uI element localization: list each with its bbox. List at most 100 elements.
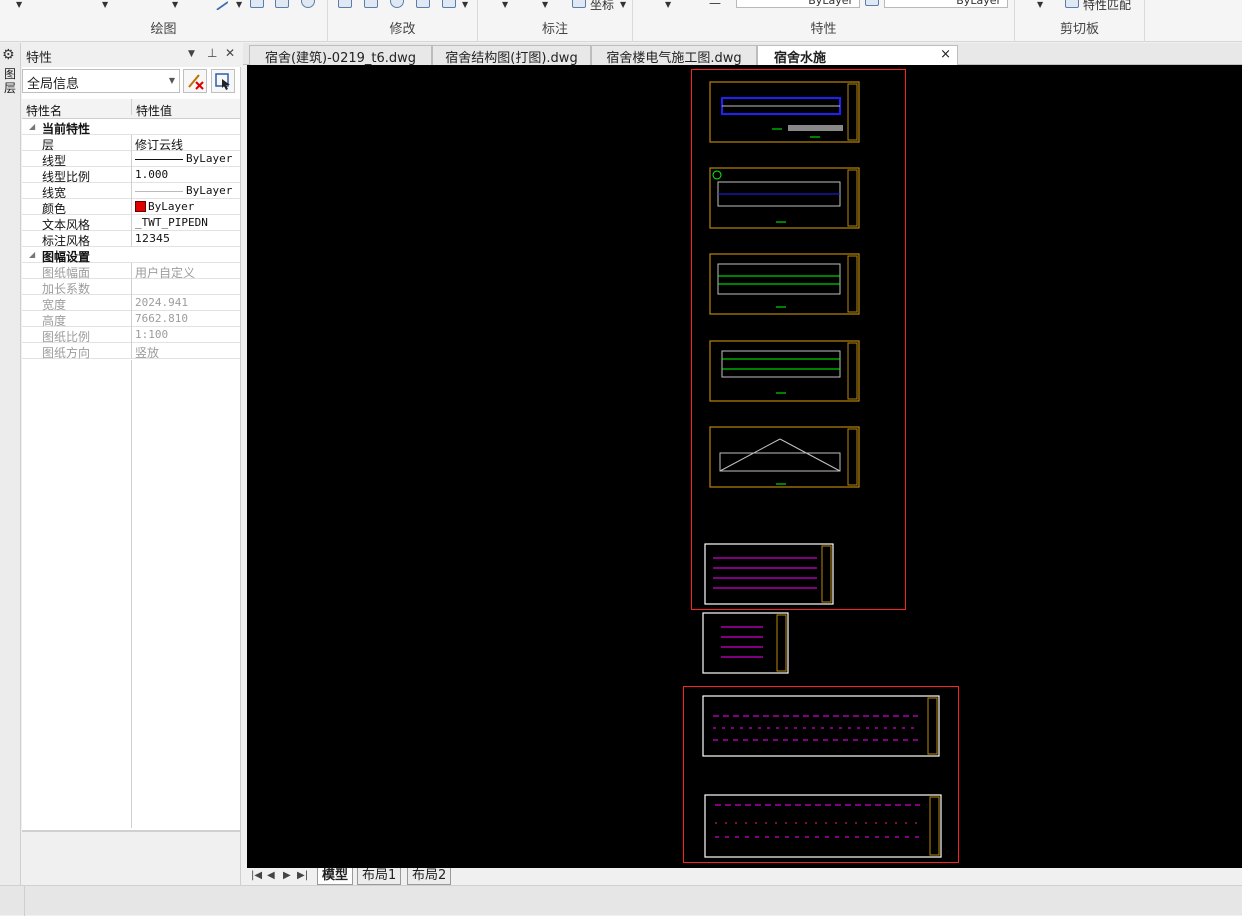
pickadd-icon bbox=[188, 74, 204, 90]
chevron-down-icon[interactable]: ▼ bbox=[16, 0, 22, 9]
revision-cloud-lower[interactable] bbox=[683, 686, 959, 863]
drawing-sheet[interactable] bbox=[709, 426, 860, 488]
property-row-sheet-size[interactable]: 图纸幅面 用户自定义 bbox=[22, 263, 240, 280]
property-value[interactable]: _TWT_PIPEDN bbox=[135, 216, 239, 229]
edit-tool-icon[interactable] bbox=[442, 0, 456, 8]
collapse-triangle-icon[interactable]: ◢ bbox=[29, 250, 35, 259]
drawing-sheet[interactable] bbox=[709, 81, 860, 143]
select-objects-button[interactable] bbox=[211, 69, 235, 93]
close-icon[interactable]: ✕ bbox=[225, 46, 235, 60]
pin-icon[interactable]: ⊥ bbox=[207, 46, 217, 60]
drawing-canvas[interactable] bbox=[247, 65, 1242, 868]
drawing-sheet[interactable] bbox=[702, 695, 940, 757]
selection-dropdown[interactable]: 全局信息 ▼ bbox=[22, 69, 180, 93]
property-value-wrap[interactable]: ByLayer bbox=[135, 152, 239, 165]
linetype-dropdown[interactable]: ByLayer bbox=[884, 0, 1008, 8]
drawing-sheet[interactable] bbox=[709, 340, 860, 402]
next-tab-icon[interactable]: ▶ bbox=[283, 870, 291, 881]
property-row-height[interactable]: 高度 7662.810 bbox=[22, 311, 240, 328]
prev-tab-icon[interactable]: ◀ bbox=[267, 870, 275, 881]
revision-cloud-upper[interactable] bbox=[691, 69, 906, 610]
coordinate-icon[interactable] bbox=[572, 0, 586, 8]
tab-doc-plumbing[interactable]: 宿舍水施2016.2.2..._t8.dwg× bbox=[757, 45, 958, 81]
property-row-lineweight[interactable]: 线宽 ByLayer bbox=[22, 183, 240, 200]
match-properties-icon[interactable] bbox=[1065, 0, 1079, 8]
line-tool-icon[interactable] bbox=[209, 0, 229, 11]
sheet-title-block bbox=[847, 83, 858, 141]
chevron-down-icon[interactable]: ▼ bbox=[102, 0, 108, 9]
tab-layout1[interactable]: 布局1 bbox=[357, 868, 402, 885]
property-value-wrap[interactable]: ByLayer bbox=[135, 200, 239, 213]
scale-tool-icon[interactable] bbox=[364, 0, 378, 8]
chevron-down-icon[interactable]: ▼ bbox=[188, 49, 195, 59]
property-row-dim-style[interactable]: 标注风格 12345 bbox=[22, 231, 240, 248]
lineweight-preview bbox=[135, 190, 183, 192]
region-tool-icon[interactable] bbox=[301, 0, 315, 8]
property-row-linetype[interactable]: 线型 ByLayer bbox=[22, 151, 240, 168]
collapse-triangle-icon[interactable]: ◢ bbox=[29, 122, 35, 131]
property-value[interactable]: 1.000 bbox=[135, 168, 239, 181]
tab-label: 宿舍结构图(打图).dwg bbox=[445, 51, 578, 66]
drawing-sheet[interactable] bbox=[704, 543, 834, 605]
tab-model[interactable]: 模型 bbox=[317, 868, 354, 885]
tab-doc-architecture[interactable]: 宿舍(建筑)-0219_t6.dwg bbox=[249, 45, 432, 66]
property-value[interactable]: 竖放 bbox=[135, 344, 239, 361]
chevron-down-icon[interactable]: ▼ bbox=[462, 0, 468, 9]
ribbon-group-properties: ▼ — ByLayer ByLayer 特性 bbox=[633, 0, 1015, 42]
property-value[interactable]: 2024.941 bbox=[135, 296, 239, 309]
color-dropdown[interactable]: ByLayer bbox=[736, 0, 860, 8]
chevron-down-icon[interactable]: ▼ bbox=[502, 0, 508, 9]
property-row-scale[interactable]: 图纸比例 1:100 bbox=[22, 327, 240, 344]
toggle-pickadd-button[interactable] bbox=[183, 69, 207, 93]
tab-doc-electrical[interactable]: 宿舍楼电气施工图.dwg bbox=[591, 45, 757, 66]
roof-outline bbox=[719, 452, 841, 472]
coordinate-button[interactable]: 坐标 bbox=[590, 0, 614, 13]
property-grid: 特性名 特性值 ◢ 当前特性 层修订云线 线型 ByLayer 线型比例 1.000… bbox=[22, 99, 240, 361]
rotate-tool-icon[interactable] bbox=[390, 0, 404, 8]
sheet-title-block bbox=[847, 342, 858, 400]
property-row-color[interactable]: 颜色 ByLayer bbox=[22, 199, 240, 216]
property-row-extend-factor[interactable]: 加长系数 bbox=[22, 279, 240, 296]
layers-side-tab[interactable]: 图层 bbox=[4, 67, 18, 95]
property-value[interactable]: 7662.810 bbox=[135, 312, 239, 325]
first-tab-icon[interactable]: |◀ bbox=[251, 870, 262, 881]
chevron-down-icon[interactable]: ▼ bbox=[172, 0, 178, 9]
tab-doc-structure[interactable]: 宿舍结构图(打图).dwg bbox=[432, 45, 591, 66]
drawing-sheet[interactable] bbox=[709, 167, 860, 229]
category-sheet-settings[interactable]: ◢ 图幅设置 bbox=[22, 247, 240, 264]
property-value-wrap[interactable]: ByLayer bbox=[135, 184, 239, 197]
last-tab-icon[interactable]: ▶| bbox=[297, 870, 308, 881]
chevron-down-icon[interactable]: ▼ bbox=[236, 0, 242, 9]
tab-layout2[interactable]: 布局2 bbox=[407, 868, 452, 885]
copy-tool-icon[interactable] bbox=[338, 0, 352, 8]
hatch-tool-icon[interactable] bbox=[250, 0, 264, 8]
linetype-preview bbox=[135, 158, 183, 160]
sheet-title-block bbox=[927, 697, 938, 755]
ribbon-group-clipboard: ▼ 特性匹配 剪切板 bbox=[1015, 0, 1145, 42]
property-row-text-style[interactable]: 文本风格 _TWT_PIPEDN bbox=[22, 215, 240, 232]
lineweight-icon[interactable]: — bbox=[709, 0, 721, 10]
property-row-layer[interactable]: 层修订云线 bbox=[22, 135, 240, 152]
drawing-sheet[interactable] bbox=[704, 794, 942, 858]
sheet-frame bbox=[709, 167, 860, 229]
property-value[interactable]: 12345 bbox=[135, 232, 239, 245]
property-row-width[interactable]: 宽度 2024.941 bbox=[22, 295, 240, 312]
match-properties-button[interactable]: 特性匹配 bbox=[1083, 0, 1131, 13]
drawing-sheet[interactable] bbox=[702, 612, 789, 674]
drawing-sheet[interactable] bbox=[709, 253, 860, 315]
array-tool-icon[interactable] bbox=[416, 0, 430, 8]
chevron-down-icon[interactable]: ▼ bbox=[1037, 0, 1043, 9]
chevron-down-icon[interactable]: ▼ bbox=[542, 0, 548, 9]
chevron-down-icon: ▼ bbox=[168, 76, 175, 85]
chevron-down-icon[interactable]: ▼ bbox=[620, 0, 626, 9]
category-current[interactable]: ◢ 当前特性 bbox=[22, 119, 240, 136]
sheet-frame bbox=[702, 612, 789, 674]
properties-panel-icon[interactable]: ⚙ bbox=[2, 47, 15, 63]
linetype-icon[interactable] bbox=[865, 0, 879, 6]
property-row-linetype-scale[interactable]: 线型比例 1.000 bbox=[22, 167, 240, 184]
property-row-orientation[interactable]: 图纸方向 竖放 bbox=[22, 343, 240, 361]
property-value[interactable]: 1:100 bbox=[135, 328, 239, 341]
close-icon[interactable]: × bbox=[940, 47, 951, 62]
chevron-down-icon[interactable]: ▼ bbox=[665, 0, 671, 9]
group-tool-icon[interactable] bbox=[275, 0, 289, 8]
